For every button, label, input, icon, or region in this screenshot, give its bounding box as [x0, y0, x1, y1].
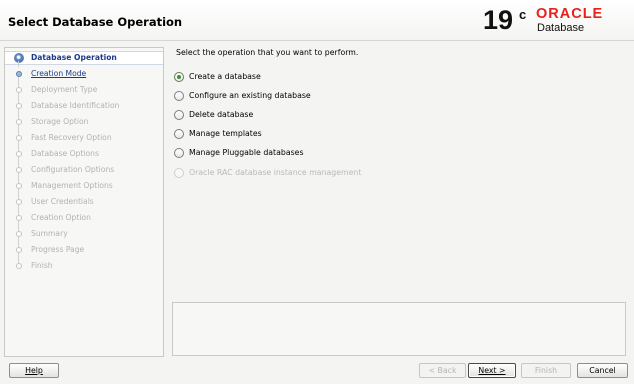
operation-prompt: Select the operation that you want to pe…	[176, 48, 359, 57]
version-suffix: c	[519, 7, 527, 22]
radio-button[interactable]	[174, 91, 184, 101]
step-label: Database Operation	[31, 53, 117, 62]
step-label: Database Options	[31, 149, 99, 158]
step-management-options: Management Options	[5, 179, 163, 195]
option-label: Delete database	[189, 110, 254, 119]
back-button: < Back	[419, 363, 466, 378]
step-storage-option: Storage Option	[5, 115, 163, 131]
step-node-icon	[16, 71, 22, 77]
option-label: Create a database	[189, 72, 261, 81]
step-database-operation[interactable]: Database Operation	[5, 51, 163, 65]
step-label: Creation Mode	[31, 69, 87, 78]
radio-button[interactable]	[174, 148, 184, 158]
step-finish: Finish	[5, 259, 163, 273]
radio-button[interactable]	[174, 110, 184, 120]
step-progress-page: Progress Page	[5, 243, 163, 259]
step-current-icon	[14, 53, 24, 63]
steps-navigation: Database Operation Creation Mode Deploym…	[4, 47, 164, 357]
step-label: Configuration Options	[31, 165, 115, 174]
step-label: Deployment Type	[31, 85, 98, 94]
step-configuration-options: Configuration Options	[5, 163, 163, 179]
step-node-icon	[16, 199, 22, 205]
step-database-identification: Database Identification	[5, 99, 163, 115]
step-label: Finish	[31, 261, 53, 270]
header-bar: Select Database Operation 19 c ORACLE Da…	[0, 0, 634, 41]
radio-button	[174, 168, 184, 178]
step-label: Summary	[31, 229, 68, 238]
step-node-icon	[16, 247, 22, 253]
step-creation-mode[interactable]: Creation Mode	[5, 61, 163, 83]
step-label: User Credentials	[31, 197, 94, 206]
step-node-icon	[16, 263, 22, 269]
step-label: Database Identification	[31, 101, 120, 110]
option-label: Configure an existing database	[189, 91, 311, 100]
product-name: Database	[537, 22, 585, 34]
version-number: 19	[483, 5, 514, 35]
help-button[interactable]: Help	[9, 363, 59, 378]
step-node-icon	[16, 167, 22, 173]
step-node-icon	[16, 119, 22, 125]
step-node-icon	[16, 135, 22, 141]
step-user-credentials: User Credentials	[5, 195, 163, 211]
step-database-options: Database Options	[5, 147, 163, 163]
finish-button: Finish	[521, 363, 571, 378]
cancel-button[interactable]: Cancel	[577, 363, 628, 378]
step-label: Storage Option	[31, 117, 89, 126]
option-label: Oracle RAC database instance management	[189, 168, 362, 177]
step-fast-recovery-option: Fast Recovery Option	[5, 131, 163, 147]
next-button[interactable]: Next >	[468, 363, 516, 378]
option-label: Manage templates	[189, 129, 262, 138]
step-node-icon	[16, 87, 22, 93]
radio-button[interactable]	[174, 72, 184, 82]
step-node-icon	[16, 151, 22, 157]
option-label: Manage Pluggable databases	[189, 148, 304, 157]
message-pane	[172, 302, 626, 356]
step-summary: Summary	[5, 227, 163, 243]
page-title: Select Database Operation	[8, 15, 183, 29]
step-node-icon	[16, 103, 22, 109]
radio-button[interactable]	[174, 129, 184, 139]
step-node-icon	[16, 215, 22, 221]
step-creation-option: Creation Option	[5, 211, 163, 227]
step-label: Creation Option	[31, 213, 91, 222]
oracle-brand: ORACLE	[536, 6, 604, 22]
step-deployment-type: Deployment Type	[5, 83, 163, 99]
step-label: Fast Recovery Option	[31, 133, 112, 142]
step-label: Progress Page	[31, 245, 85, 254]
step-node-icon	[16, 231, 22, 237]
step-label: Management Options	[31, 181, 113, 190]
step-node-icon	[16, 183, 22, 189]
